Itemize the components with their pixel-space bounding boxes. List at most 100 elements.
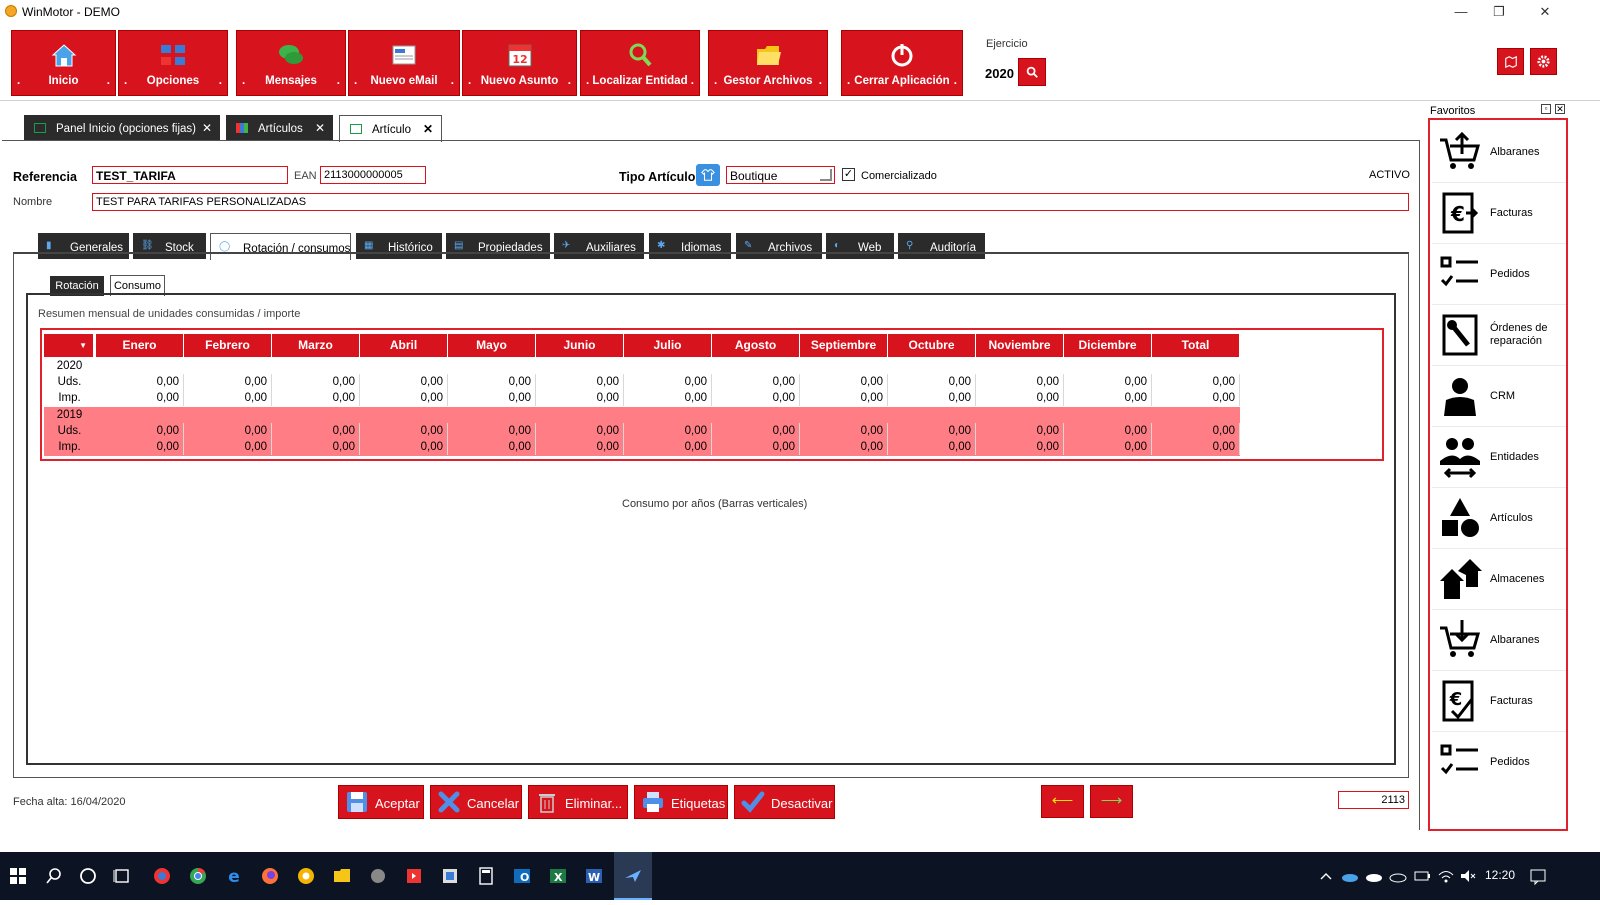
pin-panel-icon[interactable]: ▫ xyxy=(1541,104,1551,114)
record-id-field[interactable]: 2113 xyxy=(1338,791,1409,809)
grid-cell[interactable]: 0,00 xyxy=(448,374,536,390)
column-header[interactable]: Octubre xyxy=(888,334,976,357)
wifi-icon[interactable] xyxy=(1436,866,1456,886)
grid-cell[interactable]: 0,00 xyxy=(536,423,624,439)
column-header[interactable]: Abril xyxy=(360,334,448,357)
chevron-up-icon[interactable] xyxy=(1316,866,1336,886)
tab-articulo[interactable]: Artículo ✕ xyxy=(339,115,442,142)
chrome-icon[interactable] xyxy=(188,866,208,886)
mensajes-button[interactable]: . Mensajes . xyxy=(236,30,346,96)
grid-cell[interactable]: 0,00 xyxy=(1152,390,1240,406)
grid-cell[interactable]: 0,00 xyxy=(800,374,888,390)
fav-entidades[interactable]: Entidades xyxy=(1432,427,1566,488)
grid-cell[interactable]: 0,00 xyxy=(624,374,712,390)
grid-cell[interactable]: 0,00 xyxy=(184,374,272,390)
next-record-button[interactable]: ⟶ xyxy=(1090,785,1133,818)
tab-articulos[interactable]: Artículos ✕ xyxy=(226,115,333,141)
grid-cell[interactable]: 0,00 xyxy=(536,439,624,455)
tab-panel-inicio[interactable]: Panel Inicio (opciones fijas) ✕ xyxy=(24,115,220,141)
grid-cell[interactable]: 0,00 xyxy=(624,423,712,439)
tipo-articulo-select[interactable]: Boutique xyxy=(726,166,835,184)
column-header[interactable]: Junio xyxy=(536,334,624,357)
grid-cell[interactable]: 0,00 xyxy=(184,439,272,455)
previous-record-button[interactable]: ⟵ xyxy=(1041,785,1084,818)
close-tab-icon[interactable]: ✕ xyxy=(423,122,433,136)
grid-cell[interactable]: 0,00 xyxy=(184,423,272,439)
fav-albaranes[interactable]: Albaranes xyxy=(1432,122,1566,183)
grid-cell[interactable]: 0,00 xyxy=(96,439,184,455)
grid-cell[interactable]: 0,00 xyxy=(888,390,976,406)
grid-cell[interactable]: 0,00 xyxy=(448,439,536,455)
excel-icon[interactable]: X xyxy=(548,866,568,886)
grid-cell[interactable]: 0,00 xyxy=(360,439,448,455)
grid-cell[interactable]: 0,00 xyxy=(536,390,624,406)
grid-cell[interactable]: 0,00 xyxy=(272,423,360,439)
clock[interactable]: 12:20 xyxy=(1485,868,1515,882)
column-header[interactable]: Septiembre xyxy=(800,334,888,357)
grid-cell[interactable]: 0,00 xyxy=(360,423,448,439)
settings-button[interactable] xyxy=(1530,48,1557,75)
column-header[interactable]: Marzo xyxy=(272,334,360,357)
comercializado-checkbox[interactable]: ✓ xyxy=(842,168,855,181)
edge-icon[interactable]: e xyxy=(224,866,244,886)
column-header[interactable]: Noviembre xyxy=(976,334,1064,357)
grid-cell[interactable]: 0,00 xyxy=(1152,423,1240,439)
nombre-field[interactable]: TEST PARA TARIFAS PERSONALIZADAS xyxy=(92,193,1409,211)
notifications-icon[interactable] xyxy=(1528,866,1548,886)
close-tab-icon[interactable]: ✕ xyxy=(202,121,212,135)
close-tab-icon[interactable]: ✕ xyxy=(315,121,325,135)
consumo-grid[interactable]: ▼ Enero Febrero Marzo Abril Mayo Junio Julio Ag… xyxy=(40,328,1384,461)
fav-facturas-2[interactable]: € Facturas xyxy=(1432,671,1566,732)
desactivar-button[interactable]: Desactivar xyxy=(734,785,835,819)
grid-cell[interactable]: 0,00 xyxy=(712,374,800,390)
column-header[interactable]: Julio xyxy=(624,334,712,357)
grid-cell[interactable]: 0,00 xyxy=(976,390,1064,406)
localizar-entidad-button[interactable]: . Localizar Entidad . xyxy=(580,30,700,96)
grid-cell[interactable]: 0,00 xyxy=(96,374,184,390)
grid-cell[interactable]: 0,00 xyxy=(448,390,536,406)
grid-cell[interactable]: 0,00 xyxy=(184,390,272,406)
grid-cell[interactable]: 0,00 xyxy=(800,423,888,439)
nuevo-asunto-button[interactable]: 12 . Nuevo Asunto . xyxy=(462,30,577,96)
battery-icon[interactable] xyxy=(1412,866,1432,886)
ejercicio-value[interactable]: 2020 xyxy=(985,66,1014,81)
restore-button[interactable]: ❐ xyxy=(1484,2,1514,22)
chrome-alt-icon[interactable] xyxy=(152,866,172,886)
nuevo-email-button[interactable]: . Nuevo eMail . xyxy=(348,30,460,96)
column-header[interactable]: Enero xyxy=(96,334,184,357)
grid-cell[interactable]: 0,00 xyxy=(888,439,976,455)
column-header[interactable]: Mayo xyxy=(448,334,536,357)
volume-muted-icon[interactable] xyxy=(1458,866,1478,886)
cloud-icon[interactable] xyxy=(1364,866,1384,886)
grid-cell[interactable]: 0,00 xyxy=(1064,374,1152,390)
cerrar-aplicacion-button[interactable]: . Cerrar Aplicación . xyxy=(841,30,963,96)
column-header[interactable]: Diciembre xyxy=(1064,334,1152,357)
fav-crm[interactable]: CRM xyxy=(1432,366,1566,427)
app-icon[interactable] xyxy=(368,866,388,886)
aceptar-button[interactable]: Aceptar xyxy=(338,785,424,819)
fav-albaranes-2[interactable]: Albaranes xyxy=(1432,610,1566,671)
grid-cell[interactable]: 0,00 xyxy=(96,390,184,406)
task-view-icon[interactable] xyxy=(112,866,132,886)
outlook-icon[interactable]: O xyxy=(512,866,532,886)
calculator-icon[interactable] xyxy=(476,866,496,886)
fav-pedidos-2[interactable]: Pedidos xyxy=(1432,732,1566,793)
cortana-icon[interactable] xyxy=(78,866,98,886)
cancelar-button[interactable]: Cancelar xyxy=(430,785,522,819)
grid-cell[interactable]: 0,00 xyxy=(272,390,360,406)
grid-cell[interactable]: 0,00 xyxy=(1064,423,1152,439)
close-panel-icon[interactable]: ✕ xyxy=(1555,104,1565,114)
fav-articulos[interactable]: Artículos xyxy=(1432,488,1566,549)
grid-cell[interactable]: 0,00 xyxy=(624,390,712,406)
grid-cell[interactable]: 0,00 xyxy=(800,390,888,406)
grid-cell[interactable]: 0,00 xyxy=(1152,374,1240,390)
onedrive-icon[interactable] xyxy=(1340,866,1360,886)
grid-cell[interactable]: 0,00 xyxy=(624,439,712,455)
grid-cell[interactable]: 0,00 xyxy=(976,423,1064,439)
etiquetas-button[interactable]: Etiquetas xyxy=(634,785,728,819)
grid-cell[interactable]: 0,00 xyxy=(712,423,800,439)
referencia-field[interactable]: TEST_TARIFA xyxy=(92,166,288,184)
grid-cell[interactable]: 0,00 xyxy=(360,374,448,390)
search-icon[interactable] xyxy=(44,866,64,886)
ean-field[interactable]: 2113000000005 xyxy=(320,166,426,184)
